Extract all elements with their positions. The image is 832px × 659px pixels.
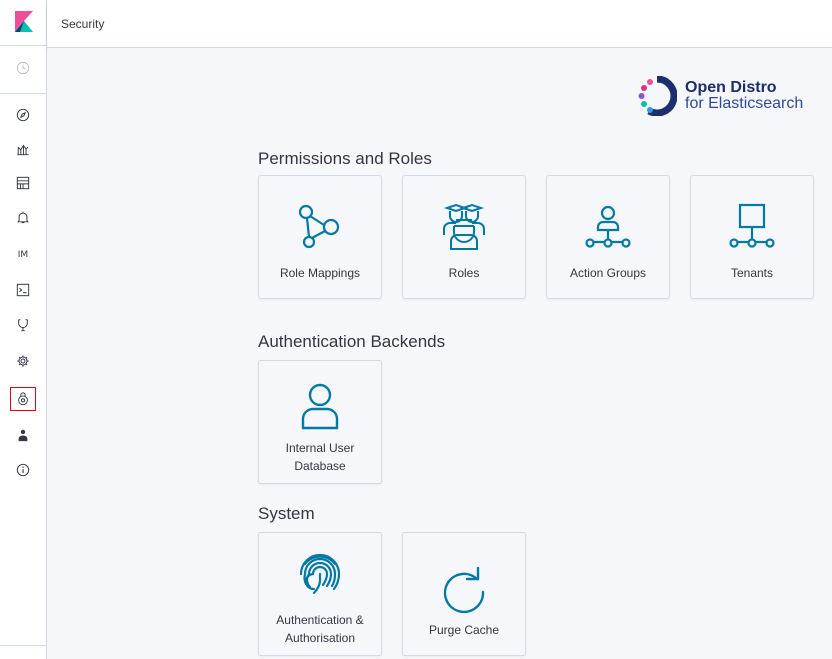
purge-cache-card[interactable]: Purge Cache <box>402 532 526 656</box>
card-label-line: Authorisation <box>284 631 356 645</box>
nav-discover[interactable] <box>11 104 35 126</box>
brand-name: Open Distro <box>685 79 777 96</box>
nav-index-management[interactable]: IM <box>11 244 35 266</box>
card-label: Authentication & Authorisation <box>259 611 381 647</box>
open-distro-logo-icon <box>638 76 677 116</box>
sidebar-divider <box>0 45 46 46</box>
fingerprint-icon <box>299 553 341 595</box>
card-label: Role Mappings <box>279 266 361 280</box>
main-content: Open Distro for Elasticsearch Permission… <box>47 48 832 659</box>
nav-help[interactable] <box>11 459 35 481</box>
bell-icon <box>17 211 29 224</box>
roles-icon <box>443 203 485 250</box>
nav-security[interactable] <box>10 387 36 411</box>
nav-management[interactable] <box>11 350 35 372</box>
heartbeat-icon <box>18 319 28 332</box>
nav-recently-viewed[interactable] <box>11 57 35 79</box>
security-icon <box>18 392 28 406</box>
role-mappings-card[interactable]: Role Mappings <box>258 175 382 299</box>
sidebar-divider <box>0 645 46 646</box>
nav-visualize[interactable] <box>11 138 35 160</box>
user-icon <box>18 429 28 442</box>
section-title-authentication: Authentication Backends <box>258 332 446 351</box>
kibana-logo-icon <box>15 11 33 32</box>
compass-icon <box>16 108 30 122</box>
top-header: Security <box>47 0 832 48</box>
card-label: Action Groups <box>569 266 647 280</box>
tenants-card[interactable]: Tenants <box>690 175 814 299</box>
card-label: Tenants <box>730 266 774 280</box>
open-distro-brand: Open Distro for Elasticsearch <box>637 76 803 116</box>
card-label-line: Database <box>294 459 346 473</box>
clock-icon <box>16 61 30 75</box>
card-label: Internal User Database <box>259 439 381 475</box>
roles-card[interactable]: Roles <box>402 175 526 299</box>
card-label-line: Authentication & <box>276 613 364 627</box>
card-label: Roles <box>448 266 480 280</box>
nav-user[interactable] <box>11 424 35 446</box>
dashboard-icon <box>16 176 30 190</box>
breadcrumb[interactable]: Security <box>61 17 104 31</box>
chart-icon <box>17 144 29 156</box>
console-icon <box>16 283 30 297</box>
im-icon: IM <box>17 250 29 260</box>
authentication-authorisation-card[interactable]: Authentication & Authorisation <box>258 532 382 656</box>
action-groups-card[interactable]: Action Groups <box>546 175 670 299</box>
nav-dev-tools[interactable] <box>11 279 35 301</box>
nav-dashboard[interactable] <box>11 172 35 194</box>
brand-text: Open Distro for Elasticsearch <box>685 80 803 112</box>
section-title-permissions: Permissions and Roles <box>258 149 432 168</box>
section-title-system: System <box>258 504 315 523</box>
tenants-icon <box>729 203 775 248</box>
nav-monitoring[interactable] <box>11 314 35 336</box>
brand-subtitle: for Elasticsearch <box>685 95 804 112</box>
gear-icon <box>17 355 29 367</box>
internal-user-database-card[interactable]: Internal User Database <box>258 360 382 484</box>
sidebar-divider <box>0 93 46 94</box>
nav-alerting[interactable] <box>11 206 35 228</box>
info-icon <box>16 463 30 477</box>
card-label: Purge Cache <box>428 623 500 637</box>
card-label-line: Internal User <box>285 441 355 455</box>
user-outline-icon <box>301 383 339 430</box>
side-nav: IM <box>0 0 47 659</box>
role-mappings-icon <box>298 204 340 249</box>
kibana-logo[interactable] <box>12 10 36 34</box>
refresh-icon <box>443 566 485 613</box>
action-groups-icon <box>585 205 631 248</box>
